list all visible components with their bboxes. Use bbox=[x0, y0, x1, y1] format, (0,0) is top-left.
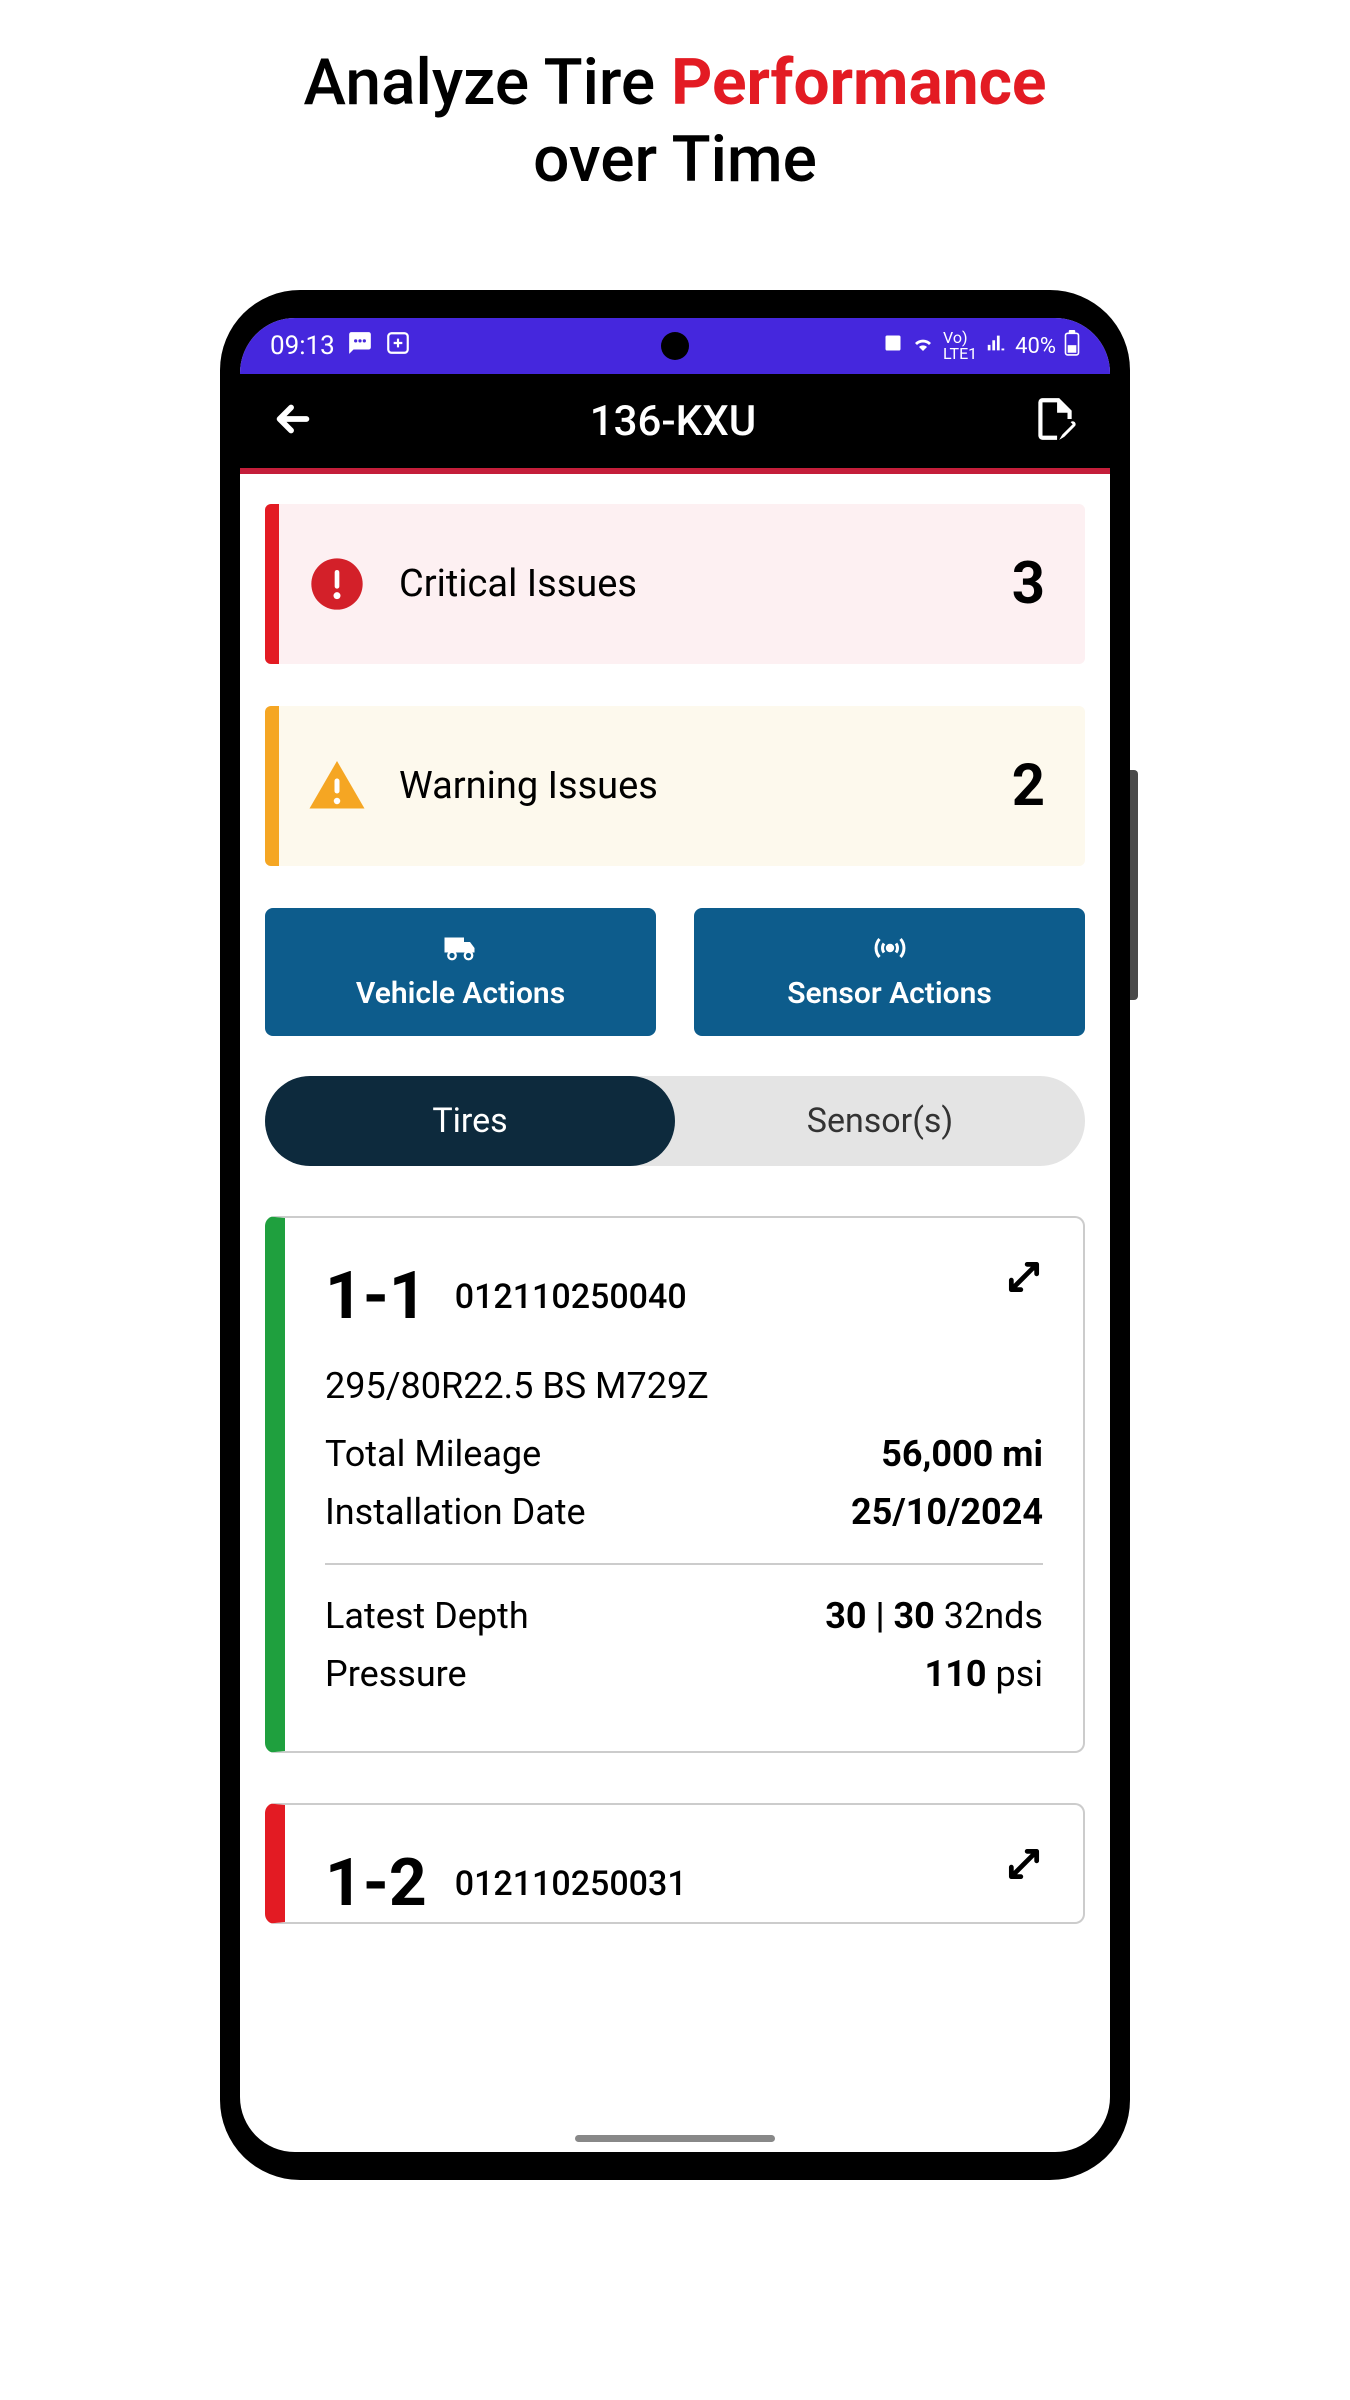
tab-sensors[interactable]: Sensor(s) bbox=[675, 1076, 1085, 1166]
critical-issues-count: 3 bbox=[1012, 550, 1085, 618]
sensor-icon bbox=[872, 934, 908, 970]
edit-report-button[interactable] bbox=[1030, 394, 1080, 448]
tab-bar: Tires Sensor(s) bbox=[265, 1076, 1085, 1166]
app-header: 136-KXU bbox=[240, 374, 1110, 474]
install-date-value: 25/10/2024 bbox=[851, 1491, 1043, 1533]
tire-serial: 012110250031 bbox=[455, 1864, 687, 1904]
truck-icon bbox=[443, 934, 479, 970]
tire-spec: 295/80R22.5 BS M729Z bbox=[325, 1365, 1043, 1407]
tire-position: 1-1 bbox=[325, 1258, 427, 1335]
warning-issues-card[interactable]: Warning Issues 2 bbox=[265, 706, 1085, 866]
expand-icon[interactable] bbox=[1005, 1845, 1043, 1887]
critical-issues-label: Critical Issues bbox=[399, 562, 1012, 606]
install-date-label: Installation Date bbox=[325, 1491, 586, 1533]
critical-icon bbox=[307, 554, 367, 614]
tab-tires[interactable]: Tires bbox=[265, 1076, 675, 1166]
status-time: 09:13 bbox=[270, 331, 335, 361]
notification-icon bbox=[385, 330, 411, 363]
tab-tires-label: Tires bbox=[432, 1101, 507, 1141]
sensor-actions-label: Sensor Actions bbox=[787, 976, 992, 1011]
signal-icon bbox=[985, 332, 1007, 360]
tire-position: 1-2 bbox=[325, 1845, 427, 1922]
home-indicator[interactable] bbox=[575, 2135, 775, 2142]
expand-icon[interactable] bbox=[1005, 1258, 1043, 1300]
mileage-label: Total Mileage bbox=[325, 1433, 541, 1475]
back-button[interactable] bbox=[270, 396, 316, 446]
sensor-actions-button[interactable]: Sensor Actions bbox=[694, 908, 1085, 1036]
divider bbox=[325, 1563, 1043, 1565]
marketing-headline: Analyze Tire Performance over Time bbox=[0, 0, 1350, 199]
tire-serial: 012110250040 bbox=[455, 1277, 687, 1317]
tire-card[interactable]: 1-2 012110250031 bbox=[265, 1803, 1085, 1924]
page-title: 136-KXU bbox=[590, 397, 756, 446]
wifi-icon bbox=[911, 331, 935, 361]
battery-label: 40% bbox=[1015, 334, 1056, 359]
phone-camera-notch bbox=[661, 332, 689, 360]
warning-issues-count: 2 bbox=[1012, 752, 1085, 820]
depth-value: 30 | 30 32nds bbox=[825, 1595, 1043, 1637]
pressure-label: Pressure bbox=[325, 1653, 467, 1695]
battery-icon bbox=[1064, 330, 1080, 362]
phone-side-button bbox=[1130, 770, 1138, 1000]
phone-frame: 09:13 Vo)LTE1 bbox=[220, 290, 1130, 2180]
tab-sensors-label: Sensor(s) bbox=[807, 1101, 953, 1141]
warning-issues-label: Warning Issues bbox=[399, 764, 1012, 808]
vehicle-actions-label: Vehicle Actions bbox=[356, 976, 565, 1011]
chat-icon bbox=[347, 330, 373, 363]
pressure-value: 110 psi bbox=[925, 1653, 1043, 1695]
critical-issues-card[interactable]: Critical Issues 3 bbox=[265, 504, 1085, 664]
mileage-value: 56,000 mi bbox=[881, 1433, 1043, 1475]
tire-card[interactable]: 1-1 012110250040 295/80R22.5 BS M729Z To… bbox=[265, 1216, 1085, 1753]
warning-icon bbox=[307, 756, 367, 816]
app-indicator-icon bbox=[883, 333, 903, 359]
vehicle-actions-button[interactable]: Vehicle Actions bbox=[265, 908, 656, 1036]
phone-screen: 09:13 Vo)LTE1 bbox=[240, 318, 1110, 2152]
network-label: Vo)LTE1 bbox=[943, 330, 977, 362]
content-area: Critical Issues 3 Warning Issues 2 Vehic… bbox=[240, 474, 1110, 2152]
depth-label: Latest Depth bbox=[325, 1595, 529, 1637]
